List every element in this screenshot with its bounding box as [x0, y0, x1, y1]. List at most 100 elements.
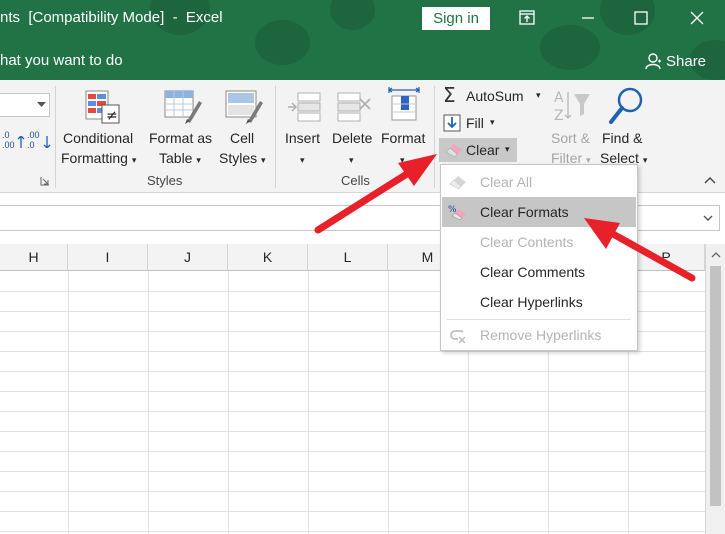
group-separator	[434, 86, 435, 188]
column-header[interactable]: L	[308, 244, 388, 271]
grid-line	[0, 531, 705, 532]
chevron-down-icon: ▾	[490, 117, 495, 127]
svg-text:A: A	[554, 90, 564, 106]
svg-text:≠: ≠	[106, 108, 118, 124]
clear-label: Clear	[466, 142, 500, 158]
scroll-thumb[interactable]	[710, 266, 721, 506]
grid-line	[0, 431, 705, 432]
magnifier-icon	[609, 87, 643, 124]
collapse-ribbon-icon[interactable]	[704, 176, 716, 184]
minimize-icon	[582, 17, 594, 19]
fill-label: Fill	[466, 115, 484, 131]
menu-item-clear-all[interactable]: Clear All	[442, 167, 636, 197]
autosum-label: AutoSum	[466, 88, 524, 104]
scroll-up-icon[interactable]	[711, 251, 721, 258]
eraser-icon	[445, 144, 462, 158]
delete-button[interactable]: Delete ▾	[330, 86, 378, 174]
menu-item-label: Clear Comments	[480, 264, 586, 280]
menu-item-label: Clear All	[480, 174, 533, 190]
format-as-table-label: Table ▾	[159, 150, 201, 166]
delete-label: Delete	[332, 130, 373, 146]
sigma-icon: Σ	[443, 83, 456, 107]
grid-line	[0, 471, 705, 472]
styles-group-label: Styles	[147, 173, 183, 188]
format-as-table-label: Format as	[149, 130, 213, 146]
menu-item-label: Remove Hyperlinks	[480, 327, 602, 343]
insert-label: Insert	[285, 130, 321, 146]
dialog-launcher-icon[interactable]	[40, 176, 50, 186]
clear-dropdown-menu: Clear All % Clear Formats Clear Contents…	[440, 164, 638, 351]
sign-in-button[interactable]: Sign in	[422, 7, 490, 30]
grid-line	[0, 511, 705, 512]
cell-styles-icon	[225, 90, 263, 124]
cell-styles-label: Styles ▾	[219, 150, 266, 166]
broken-link-icon	[450, 330, 466, 344]
fill-down-icon	[443, 114, 461, 132]
chevron-down-icon	[37, 102, 46, 107]
autosum-button[interactable]: Σ AutoSum ▾	[440, 83, 548, 108]
menu-item-remove-hyperlinks[interactable]: Remove Hyperlinks	[442, 320, 636, 350]
format-cells-icon	[387, 87, 421, 121]
format-label: Format	[381, 130, 426, 146]
grid-line	[0, 371, 705, 372]
fill-button[interactable]: Fill ▾	[440, 111, 500, 135]
increase-decimal-label[interactable]: .0.00	[2, 130, 15, 150]
insert-button[interactable]: Insert ▾	[282, 86, 326, 174]
conditional-formatting-icon: ≠	[85, 90, 120, 124]
decimal-arrow-icon	[43, 136, 51, 148]
sort-filter-label: Sort &	[551, 130, 590, 146]
group-separator	[55, 86, 56, 188]
chevron-down-icon: ▾	[536, 90, 541, 100]
find-select-button[interactable]: Find & Select ▾	[600, 86, 654, 174]
menu-item-clear-formats[interactable]: % Clear Formats	[442, 197, 636, 227]
decrease-decimal-label[interactable]: .00.0	[27, 130, 40, 150]
delete-cells-icon	[337, 92, 371, 122]
close-icon	[690, 11, 704, 25]
share-button[interactable]: Share	[644, 52, 706, 70]
format-as-table-icon	[164, 90, 202, 124]
background-decoration	[540, 25, 600, 70]
ribbon-display-icon	[519, 10, 535, 25]
column-header[interactable]: H	[0, 244, 68, 271]
format-button[interactable]: Format ▾	[379, 86, 431, 174]
menu-item-clear-comments[interactable]: Clear Comments	[442, 257, 636, 287]
menu-item-clear-contents[interactable]: Clear Contents	[442, 227, 636, 257]
maximize-icon	[634, 11, 648, 25]
tell-me-search[interactable]: hat you want to do	[0, 52, 123, 69]
clear-button[interactable]: Clear ▾	[439, 138, 517, 162]
column-header[interactable]: K	[228, 244, 308, 271]
window-title: nts [Compatibility Mode] - Excel	[0, 9, 223, 26]
background-decoration	[255, 20, 310, 65]
format-as-table-button[interactable]: Format as Table ▾	[146, 86, 218, 174]
insert-caret: ▾	[300, 155, 305, 165]
chevron-down-icon[interactable]	[703, 215, 713, 222]
grid-line	[0, 451, 705, 452]
conditional-formatting-button[interactable]: ≠ Conditional Formatting ▾	[60, 86, 146, 174]
chevron-down-icon: ▾	[505, 144, 510, 154]
maximize-button[interactable]	[626, 6, 656, 30]
cell-styles-button[interactable]: Cell Styles ▾	[218, 86, 272, 174]
grid-line	[0, 491, 705, 492]
vertical-scrollbar[interactable]	[705, 244, 725, 534]
column-header[interactable]: P	[628, 244, 705, 271]
column-header[interactable]: J	[148, 244, 228, 271]
column-header[interactable]: I	[68, 244, 148, 271]
sort-filter-icon: A Z	[554, 90, 590, 124]
clear-formats-icon: %	[448, 205, 466, 221]
menu-item-clear-hyperlinks[interactable]: Clear Hyperlinks	[442, 287, 636, 317]
group-separator	[275, 86, 276, 188]
conditional-formatting-label: Conditional	[63, 130, 134, 146]
sort-filter-button[interactable]: A Z Sort & Filter ▾	[548, 86, 598, 174]
grid-line	[0, 391, 705, 392]
share-label: Share	[666, 52, 707, 70]
cells-group-label: Cells	[341, 173, 370, 188]
ribbon-display-options-button[interactable]	[512, 6, 542, 30]
background-decoration	[330, 0, 375, 30]
menu-item-label: Clear Hyperlinks	[480, 294, 583, 310]
grid-line	[0, 411, 705, 412]
close-button[interactable]	[682, 6, 712, 30]
minimize-button[interactable]	[573, 6, 603, 30]
font-size-combo[interactable]	[0, 93, 50, 117]
find-select-label: Find &	[602, 130, 643, 146]
cell-styles-label: Cell	[230, 130, 255, 146]
